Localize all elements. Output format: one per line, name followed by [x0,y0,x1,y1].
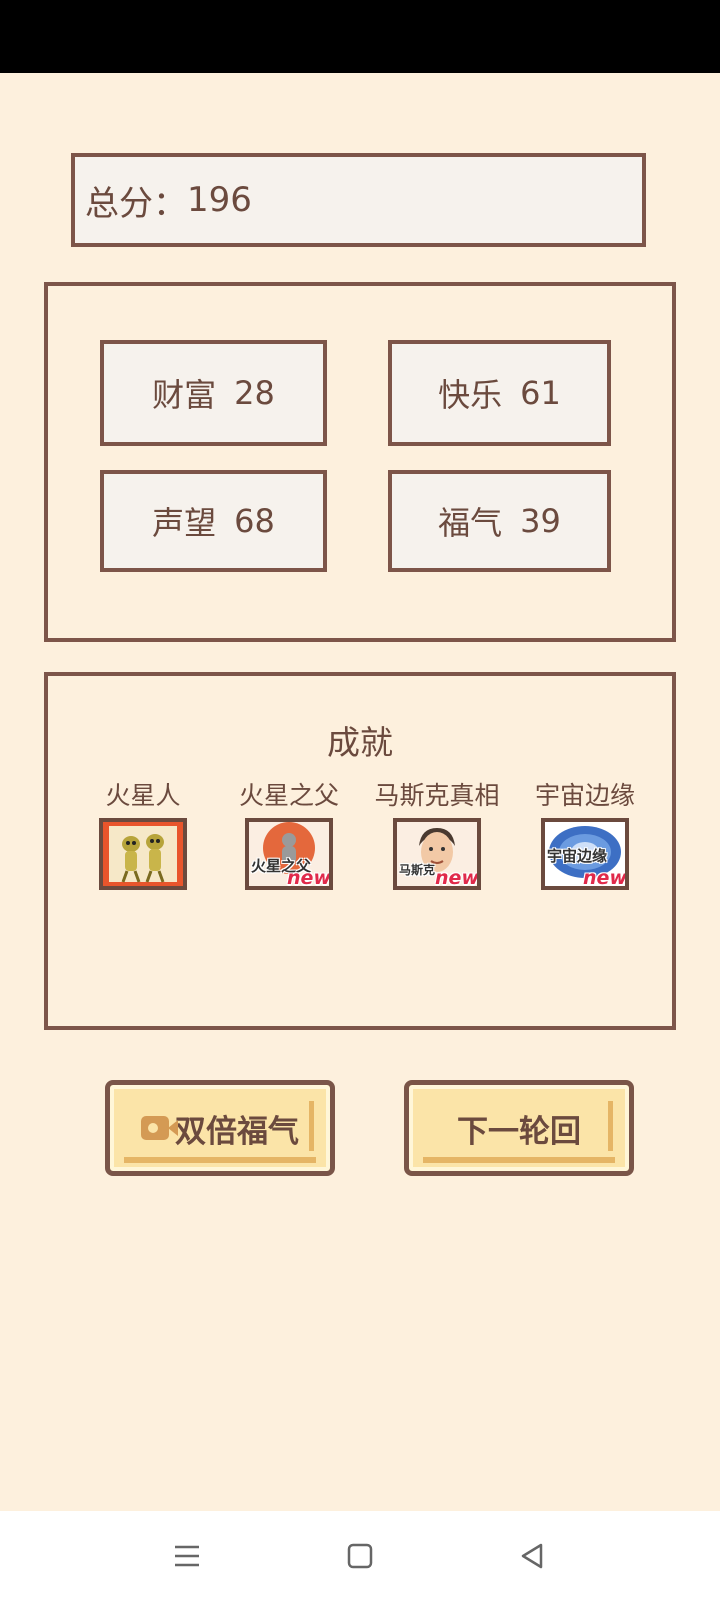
thumb-caption: 马斯克 [399,863,436,877]
navigation-bar [0,1511,720,1600]
mars-father-icon[interactable]: 火星之父 new [245,818,333,890]
stat-name: 福气 [438,504,503,542]
thumb-caption: 宇宙边缘 [547,847,608,865]
stat-happiness: 快乐 61 [388,340,611,446]
achievements-title: 成就 [327,723,393,762]
achievement-label: 马斯克真相 [374,781,500,810]
achievement-label: 火星之父 [238,781,339,810]
musk-portrait-icon[interactable]: 马斯克 new [393,818,481,890]
new-badge: new [287,867,331,889]
stat-value: 28 [234,374,275,412]
total-score-box: 总分： 196 [71,153,646,247]
achievement-item[interactable]: 马斯克真相 马斯克 new [362,780,512,890]
home-square-icon[interactable] [337,1533,383,1579]
new-badge: new [583,867,627,889]
next-round-button[interactable]: 下一轮回 [404,1080,634,1176]
total-score-label: 总分： [85,183,187,224]
status-bar [0,0,720,73]
achievement-item[interactable]: 火星之父 火星之父 new [214,780,364,890]
stat-name: 财富 [152,376,217,414]
stat-value: 61 [520,374,561,412]
stat-luck: 福气 39 [388,470,611,572]
achievement-label: 火星人 [105,781,181,810]
menu-icon[interactable] [164,1533,210,1579]
stat-name: 声望 [152,504,217,542]
double-luck-button[interactable]: 双倍福气 [105,1080,335,1176]
achievement-label: 宇宙边缘 [534,781,635,810]
new-badge: new [435,867,479,889]
stat-value: 68 [234,502,275,540]
stats-panel: 财富 28 快乐 61 声望 68 福气 39 [44,282,676,642]
video-icon [141,1116,178,1140]
achievement-item[interactable]: 火星人 [68,780,218,890]
universe-edge-icon[interactable]: 宇宙边缘 new [541,818,629,890]
achievements-panel: 成就 火星人 火星之父 火星之父 new 马斯克真相 马斯克 new 宇宙边缘 … [44,672,676,1030]
stat-name: 快乐 [438,376,503,414]
double-luck-label: 双倍福气 [175,1113,299,1150]
stat-wealth: 财富 28 [100,340,327,446]
stat-value: 39 [520,502,561,540]
achievement-item[interactable]: 宇宙边缘 宇宙边缘 new [510,780,660,890]
back-triangle-icon[interactable] [509,1533,555,1579]
martians-icon[interactable] [99,818,187,890]
stat-prestige: 声望 68 [100,470,327,572]
total-score-value: 196 [187,180,252,220]
next-round-label: 下一轮回 [457,1113,581,1150]
